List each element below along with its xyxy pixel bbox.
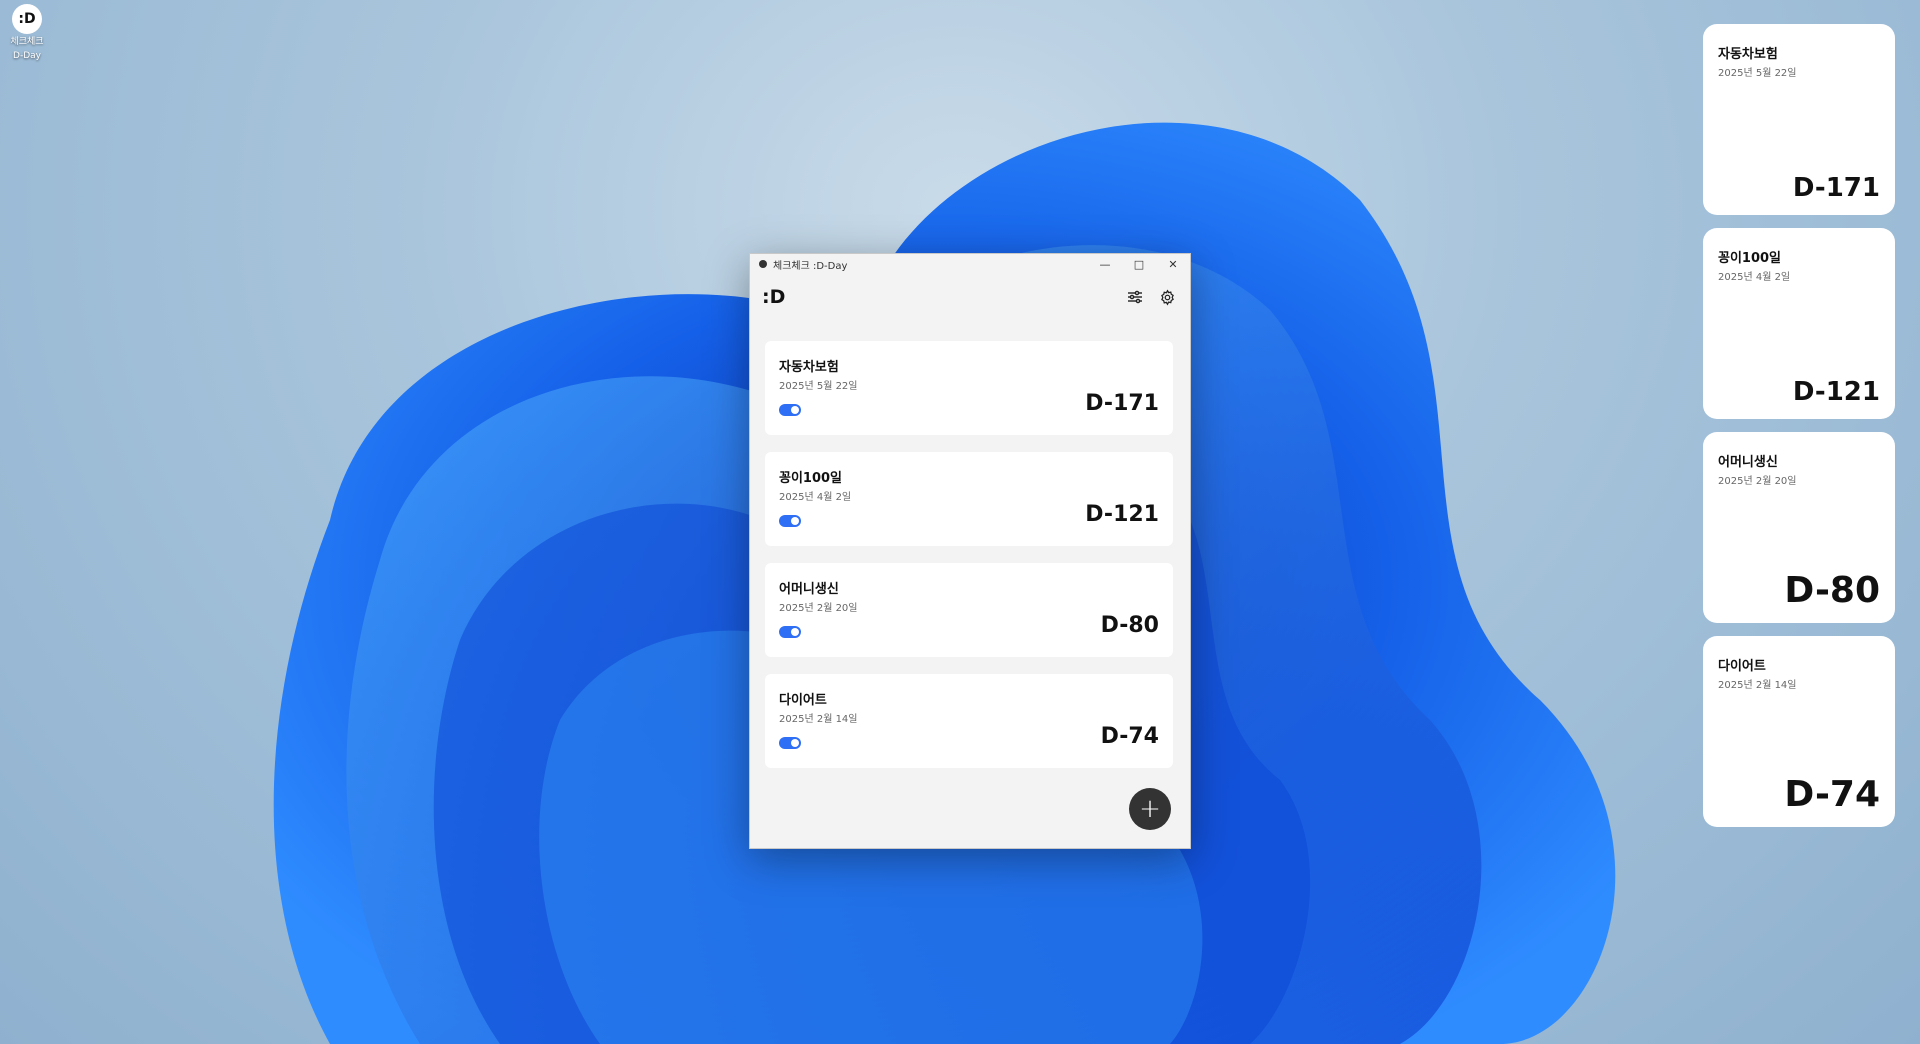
app-logo-icon: :D (12, 4, 42, 34)
close-button[interactable]: ✕ (1156, 254, 1190, 274)
widget-title: 다이어트 (1718, 659, 1766, 674)
dday-card[interactable]: 다이어트 2025년 2월 14일 D-74 (765, 674, 1173, 768)
dday-widget[interactable]: 꽁이100일 2025년 4월 2일 D-121 (1703, 228, 1895, 419)
card-toggle[interactable] (779, 737, 801, 749)
card-title: 꽁이100일 (779, 471, 843, 486)
app-window: 체크체크 :D-Day — □ ✕ :D 자동차보험 2025년 5월 22일 … (749, 253, 1191, 849)
card-date: 2025년 5월 22일 (779, 381, 858, 392)
sliders-icon[interactable] (1124, 286, 1146, 308)
dday-card[interactable]: 어머니생신 2025년 2월 20일 D-80 (765, 563, 1173, 657)
dday-widget[interactable]: 어머니생신 2025년 2월 20일 D-80 (1703, 432, 1895, 623)
card-dday: D-171 (1085, 391, 1159, 416)
widget-date: 2025년 5월 22일 (1718, 68, 1797, 79)
widget-date: 2025년 4월 2일 (1718, 272, 1791, 283)
dday-card[interactable]: 자동차보험 2025년 5월 22일 D-171 (765, 341, 1173, 435)
desktop-icon-label-line2: D-Day (13, 51, 41, 61)
card-dday: D-80 (1100, 613, 1159, 638)
window-title: 체크체크 :D-Day (773, 260, 848, 272)
dday-widget[interactable]: 자동차보험 2025년 5월 22일 D-171 (1703, 24, 1895, 215)
card-date: 2025년 4월 2일 (779, 492, 852, 503)
card-toggle[interactable] (779, 404, 801, 416)
widget-date: 2025년 2월 14일 (1718, 680, 1797, 691)
card-title: 어머니생신 (779, 582, 839, 597)
widget-dday: D-74 (1784, 774, 1880, 815)
window-app-icon (759, 260, 767, 268)
maximize-button[interactable]: □ (1122, 254, 1156, 274)
app-logo: :D (762, 286, 786, 308)
dday-card[interactable]: 꽁이100일 2025년 4월 2일 D-121 (765, 452, 1173, 546)
window-controls: — □ ✕ (1088, 254, 1190, 274)
card-title: 다이어트 (779, 693, 827, 708)
widget-title: 자동차보험 (1718, 47, 1778, 62)
widget-date: 2025년 2월 20일 (1718, 476, 1797, 487)
minimize-button[interactable]: — (1088, 254, 1122, 274)
desktop-icon-label-line1: 체크체크 (10, 37, 44, 47)
header-tools (1124, 286, 1178, 308)
widget-title: 어머니생신 (1718, 455, 1778, 470)
card-date: 2025년 2월 20일 (779, 603, 858, 614)
card-toggle[interactable] (779, 515, 801, 527)
widget-dday: D-80 (1784, 570, 1880, 611)
desktop-app-icon[interactable]: :D 체크체크 D-Day (6, 4, 48, 62)
card-toggle[interactable] (779, 626, 801, 638)
app-header: :D (750, 274, 1190, 320)
card-date: 2025년 2월 14일 (779, 714, 858, 725)
card-title: 자동차보험 (779, 360, 839, 375)
widget-title: 꽁이100일 (1718, 251, 1782, 266)
dday-widget[interactable]: 다이어트 2025년 2월 14일 D-74 (1703, 636, 1895, 827)
window-titlebar[interactable]: 체크체크 :D-Day — □ ✕ (750, 254, 1190, 274)
add-dday-button[interactable]: + (1129, 788, 1171, 830)
gear-icon[interactable] (1156, 286, 1178, 308)
widget-dday: D-171 (1792, 173, 1880, 203)
widget-dday: D-121 (1792, 377, 1880, 407)
card-dday: D-74 (1100, 724, 1159, 749)
card-dday: D-121 (1085, 502, 1159, 527)
